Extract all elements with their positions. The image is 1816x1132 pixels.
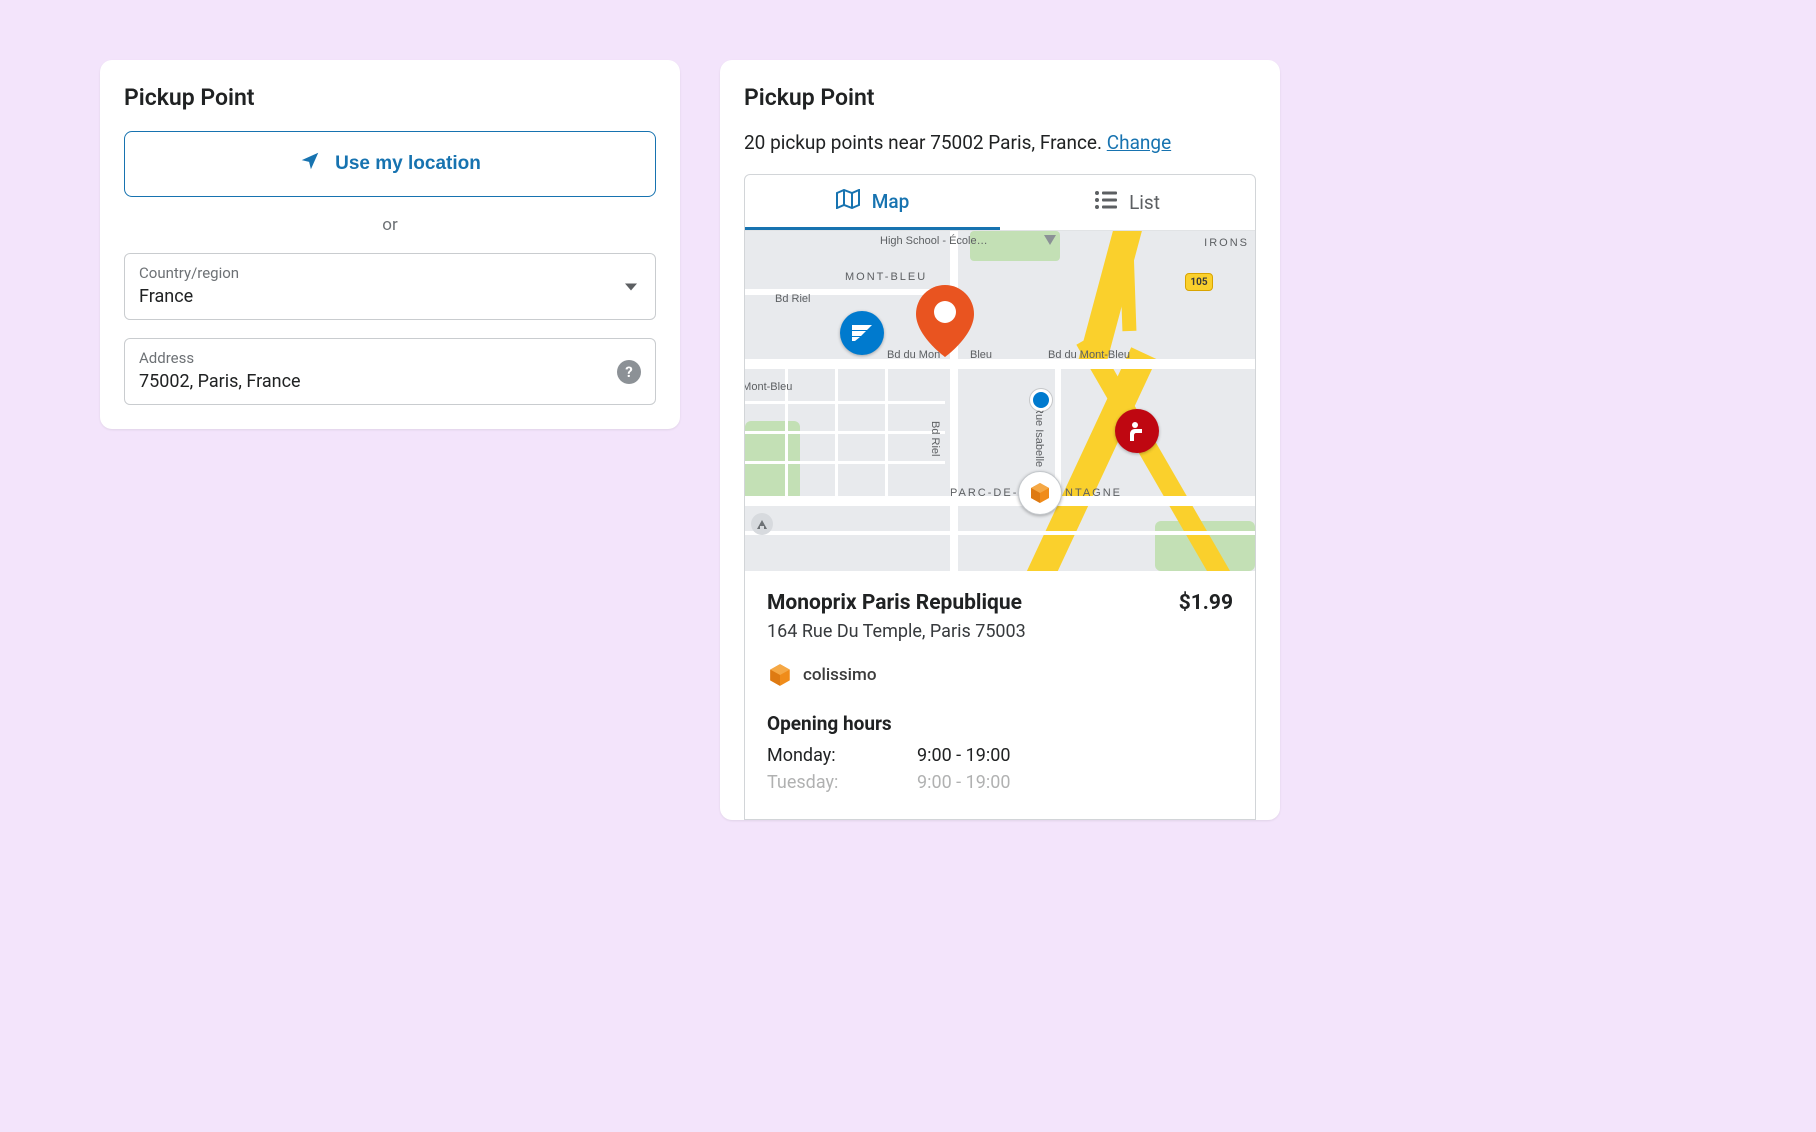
- tab-map-label: Map: [872, 190, 910, 213]
- view-tabs: Map List: [745, 175, 1255, 231]
- carrier-name: colissimo: [803, 665, 876, 685]
- hours-day: Monday:: [767, 745, 917, 766]
- or-divider: or: [124, 215, 656, 235]
- carrier-pin-blue[interactable]: [840, 311, 884, 355]
- map-label: Rue Isabelle: [1033, 406, 1045, 467]
- map-background: High School - École… MONT-BLEU Bd Riel B…: [745, 231, 1255, 571]
- change-link[interactable]: Change: [1107, 131, 1171, 154]
- chevron-down-icon: [625, 283, 637, 290]
- carrier-pin-colissimo[interactable]: [1018, 471, 1062, 515]
- map-view[interactable]: High School - École… MONT-BLEU Bd Riel B…: [745, 231, 1255, 571]
- help-icon[interactable]: ?: [617, 360, 641, 384]
- tab-list[interactable]: List: [1000, 175, 1255, 230]
- map-label: Bd Riel: [775, 293, 810, 305]
- list-icon: [1095, 191, 1117, 214]
- country-value: France: [139, 286, 641, 307]
- poi-icon: [1043, 233, 1057, 247]
- hours-row: Tuesday: 9:00 - 19:00: [767, 772, 1233, 793]
- map-label: Bd du Mont-Bleu: [1048, 349, 1130, 361]
- address-value: 75002, Paris, France: [139, 371, 641, 392]
- tab-list-label: List: [1129, 191, 1160, 214]
- pickup-price: $1.99: [1179, 591, 1233, 615]
- address-label: Address: [139, 349, 641, 367]
- user-location-dot: [1030, 389, 1052, 411]
- use-my-location-button[interactable]: Use my location: [124, 131, 656, 197]
- tab-map[interactable]: Map: [745, 175, 1000, 230]
- hours-time: 9:00 - 19:00: [917, 772, 1010, 793]
- pickup-name: Monoprix Paris Republique: [767, 591, 1022, 615]
- pickup-picker: Map List: [744, 174, 1256, 820]
- hours-day: Tuesday:: [767, 772, 917, 793]
- carrier-badge: colissimo: [767, 662, 1233, 688]
- results-card-title: Pickup Point: [744, 84, 1256, 111]
- map-label: High School - École…: [880, 235, 988, 247]
- map-label: IRONS: [1204, 237, 1249, 249]
- location-card: Pickup Point Use my location or Country/…: [100, 60, 680, 429]
- location-arrow-icon: [299, 150, 321, 178]
- map-label: Bd Riel: [929, 421, 941, 456]
- location-card-title: Pickup Point: [124, 84, 656, 111]
- carrier-pin-red[interactable]: [1115, 409, 1159, 453]
- results-summary: 20 pickup points near 75002 Paris, Franc…: [744, 131, 1256, 154]
- country-label: Country/region: [139, 264, 641, 282]
- results-card: Pickup Point 20 pickup points near 75002…: [720, 60, 1280, 820]
- summary-text: 20 pickup points near 75002 Paris, Franc…: [744, 131, 1107, 154]
- opening-hours-title: Opening hours: [767, 712, 1233, 735]
- use-my-location-label: Use my location: [335, 153, 481, 175]
- map-icon: [836, 189, 860, 214]
- route-shield: 105: [1185, 273, 1213, 291]
- selected-pin-icon[interactable]: [916, 285, 974, 361]
- map-label: PARC-DE-: [950, 487, 1018, 499]
- pickup-detail: Monoprix Paris Republique $1.99 164 Rue …: [745, 571, 1255, 819]
- country-select[interactable]: Country/region France: [124, 253, 656, 320]
- map-label: NTAGNE: [1065, 487, 1122, 499]
- pickup-address: 164 Rue Du Temple, Paris 75003: [767, 621, 1233, 642]
- address-field[interactable]: Address 75002, Paris, France ?: [124, 338, 656, 405]
- hours-row: Monday: 9:00 - 19:00: [767, 745, 1233, 766]
- hours-time: 9:00 - 19:00: [917, 745, 1010, 766]
- colissimo-icon: [767, 662, 793, 688]
- poi-icon: [751, 513, 773, 535]
- map-label: MONT-BLEU: [845, 271, 927, 283]
- map-label: u Mont-Bleu: [745, 381, 792, 393]
